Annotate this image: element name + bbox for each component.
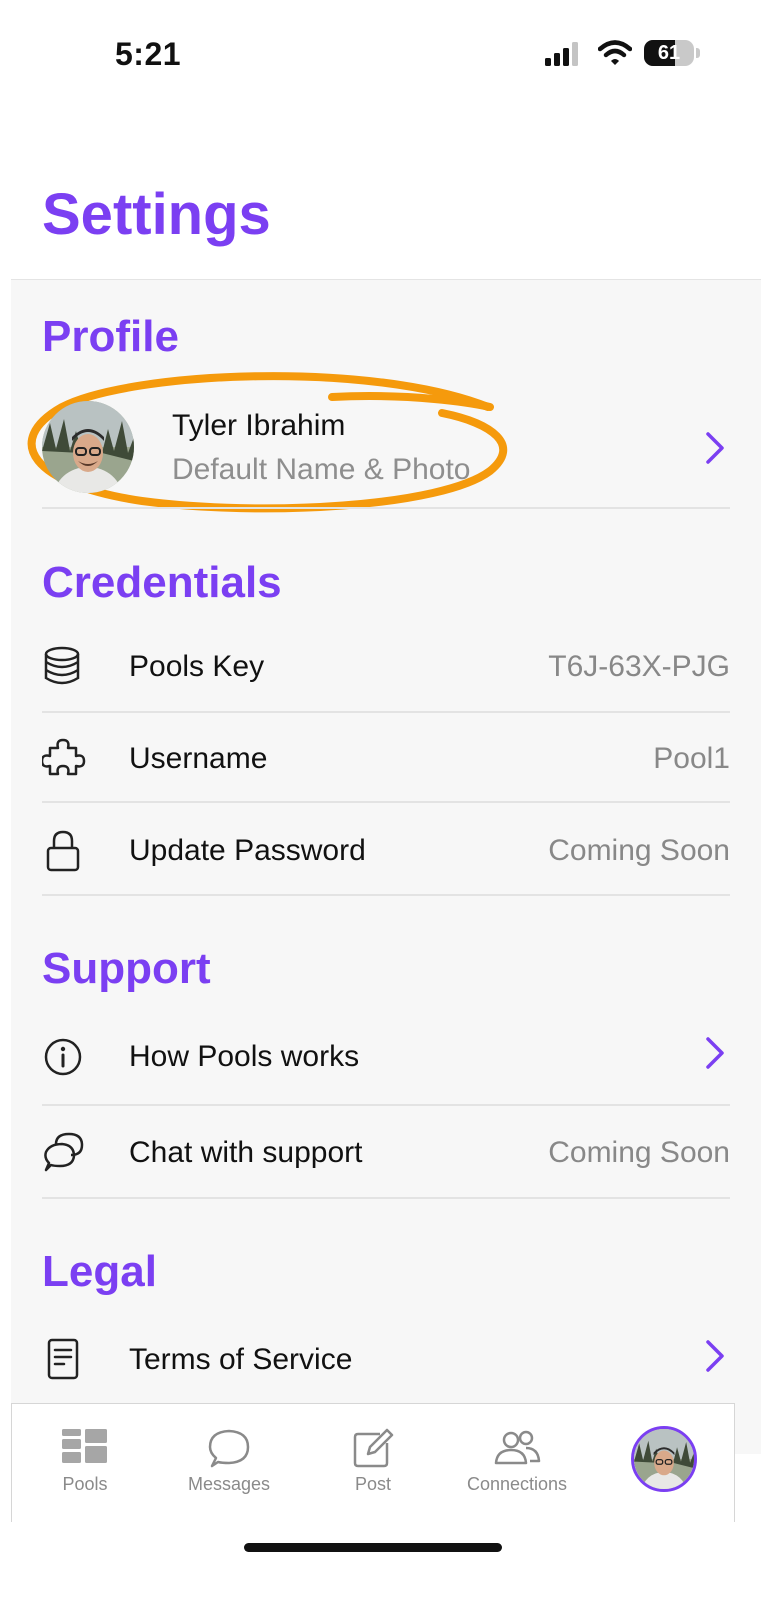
document-icon: [47, 1338, 79, 1380]
chevron-right-icon: [706, 1037, 724, 1069]
wifi-icon: [598, 40, 632, 65]
pools-grid-icon: [62, 1429, 107, 1463]
database-icon: [44, 646, 80, 685]
profile-subtitle: Default Name & Photo: [172, 453, 471, 486]
tab-label: Connections: [466, 1474, 568, 1494]
info-icon: [44, 1038, 82, 1076]
terms-of-service-label: Terms of Service: [129, 1343, 353, 1376]
section-heading-credentials: Credentials: [42, 558, 282, 607]
username-value: Pool1: [653, 742, 730, 775]
divider: [42, 711, 730, 713]
settings-list[interactable]: Profile Tyler Ibrahim Default Name & Pho…: [11, 279, 761, 1454]
status-bar: 5:21 61: [0, 0, 761, 110]
divider: [42, 507, 730, 509]
chevron-right-icon: [706, 1340, 724, 1372]
profile-row[interactable]: Tyler Ibrahim Default Name & Photo: [27, 372, 730, 513]
tab-connections[interactable]: Connections: [447, 1404, 587, 1522]
section-heading-legal: Legal: [42, 1247, 157, 1296]
battery-tip: [696, 48, 700, 58]
section-heading-profile: Profile: [42, 312, 179, 361]
compose-icon: [353, 1428, 394, 1468]
tab-bar: Pools Messages Post Connections: [11, 1403, 735, 1522]
username-label: Username: [129, 742, 268, 775]
message-bubble-icon: [208, 1429, 250, 1468]
tab-pools[interactable]: Pools: [15, 1404, 155, 1522]
tab-post[interactable]: Post: [303, 1404, 443, 1522]
tab-label: Pools: [62, 1474, 108, 1494]
how-pools-works-label: How Pools works: [129, 1040, 360, 1073]
status-time: 5:21: [115, 36, 182, 72]
update-password-value: Coming Soon: [548, 834, 730, 867]
chat-with-support-label: Chat with support: [129, 1136, 363, 1169]
people-icon: [494, 1430, 541, 1465]
divider: [42, 801, 730, 803]
chat-bubbles-icon: [44, 1132, 84, 1172]
tab-messages[interactable]: Messages: [159, 1404, 299, 1522]
divider: [42, 1197, 730, 1199]
tab-label: Post: [354, 1474, 392, 1494]
profile-name: Tyler Ibrahim: [172, 409, 346, 442]
section-heading-support: Support: [42, 944, 211, 993]
chevron-right-icon: [706, 432, 724, 464]
cellular-signal-icon: [545, 42, 578, 66]
divider: [42, 1104, 730, 1106]
lock-icon: [46, 830, 80, 872]
battery-percent: 61: [657, 42, 681, 64]
profile-avatar[interactable]: [42, 401, 134, 493]
divider: [42, 894, 730, 896]
pools-key-value: T6J-63X-PJG: [548, 650, 730, 683]
home-indicator[interactable]: [244, 1543, 502, 1552]
puzzle-icon: [42, 738, 86, 776]
pools-key-label: Pools Key: [129, 650, 265, 683]
page-title: Settings: [42, 182, 271, 247]
battery-icon: 61: [644, 40, 694, 66]
tab-profile-avatar[interactable]: [631, 1426, 697, 1492]
update-password-label: Update Password: [129, 834, 366, 867]
tab-label: Messages: [187, 1474, 271, 1494]
chat-with-support-value: Coming Soon: [548, 1136, 730, 1169]
